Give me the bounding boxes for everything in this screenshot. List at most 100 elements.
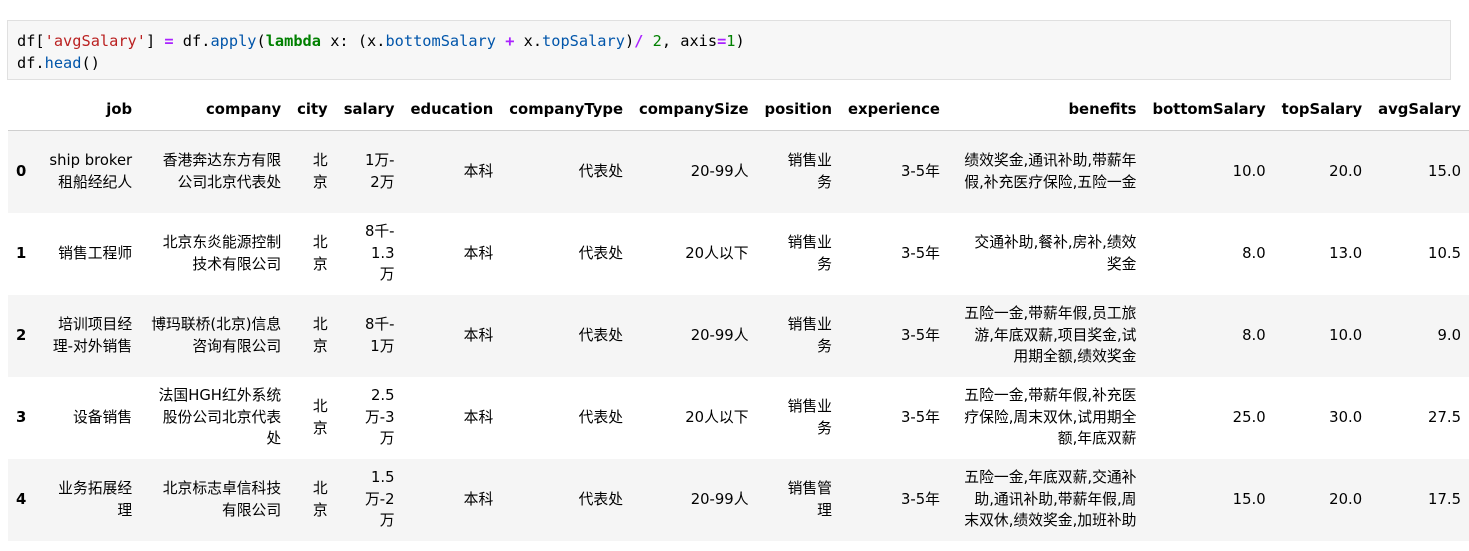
code-token: = bbox=[164, 32, 174, 50]
code-token: df. bbox=[17, 54, 45, 72]
cell-company: 北京标志卓信科技有限公司 bbox=[140, 459, 289, 541]
cell-city: 北京 bbox=[289, 377, 336, 459]
cell-salary: 1.5万-2万 bbox=[336, 459, 403, 541]
cell-position: 销售业务 bbox=[757, 295, 840, 377]
cell-education: 本科 bbox=[463, 490, 494, 508]
column-header-topsalary: topSalary bbox=[1273, 90, 1371, 131]
cell-avgsalary: 10.5 bbox=[1428, 244, 1461, 262]
cell-text: 1万-2万 bbox=[364, 152, 395, 191]
column-header-salary: salary bbox=[335, 90, 403, 131]
table-row: 1 销售工程师 北京东炎能源控制技术有限公司 北京 8千-1.3万 本科 代表处… bbox=[8, 212, 1469, 295]
cell-companysize: 20-99人 bbox=[690, 326, 749, 344]
row-index: 1 bbox=[16, 244, 27, 262]
cell-bottomsalary: 8.0 bbox=[1242, 244, 1266, 262]
code-line-1: df['avgSalary'] = df.apply(lambda x: (x.… bbox=[17, 32, 745, 50]
code-token: df[ bbox=[17, 32, 45, 50]
cell-text: 北京东炎能源控制技术有限公司 bbox=[162, 234, 282, 273]
code-token: ( bbox=[256, 32, 266, 50]
cell-text: 销售业务 bbox=[787, 398, 832, 437]
header-row: job company city salary education compan… bbox=[8, 90, 1469, 131]
cell-education: 本科 bbox=[463, 163, 494, 180]
cell-salary: 1万-2万 bbox=[336, 131, 403, 213]
code-token: () bbox=[81, 54, 100, 72]
row-index: 3 bbox=[16, 408, 27, 426]
cell-text: 8千-1万 bbox=[364, 316, 395, 355]
table-row: 4 业务拓展经理 北京标志卓信科技有限公司 北京 1.5万-2万 本科 代表处 … bbox=[8, 458, 1469, 541]
table-header: job company city salary education compan… bbox=[8, 90, 1469, 131]
code-token: x. bbox=[514, 32, 543, 50]
code-token: = bbox=[717, 32, 727, 50]
cell-text: 五险一金,带薪年假,补充医疗保险,周末双休,试用期全额,年底双薪 bbox=[964, 387, 1137, 448]
code-token: 2 bbox=[652, 32, 662, 50]
column-header-benefits: benefits bbox=[947, 90, 1145, 131]
cell-text: 销售工程师 bbox=[58, 244, 133, 262]
cell-experience: 3-5年 bbox=[900, 326, 940, 344]
cell-company: 法国HGH红外系统股份公司北京代表处 bbox=[140, 377, 289, 459]
cell-education: 本科 bbox=[463, 408, 494, 426]
cell-job: ship broker 租船经纪人 bbox=[38, 131, 140, 213]
cell-companysize: 20人以下 bbox=[685, 244, 749, 262]
code-token: , axis bbox=[661, 32, 718, 50]
column-header-experience: experience bbox=[839, 90, 948, 131]
cell-job: 销售工程师 bbox=[38, 213, 140, 295]
cell-text: 北京 bbox=[312, 152, 328, 191]
cell-bottomsalary: 10.0 bbox=[1232, 163, 1266, 180]
cell-position: 销售业务 bbox=[757, 131, 840, 213]
cell-text: 绩效奖金,通讯补助,带薪年假,补充医疗保险,五险一金 bbox=[964, 152, 1137, 191]
code-token: lambda bbox=[265, 32, 321, 50]
code-cell[interactable]: df['avgSalary'] = df. apply(lambda x: (x.… bbox=[7, 20, 1451, 80]
cell-text: 北京 bbox=[312, 398, 328, 437]
code-token: x: (x. bbox=[320, 32, 386, 50]
row-index: 4 bbox=[16, 490, 27, 508]
cell-text: 五险一金,年底双薪,交通补助,通讯补助,带薪年假,周末双休,绩效奖金,加班补助 bbox=[964, 469, 1137, 530]
cell-text: 销售业务 bbox=[787, 316, 832, 355]
cell-job: 培训项目经理-对外销售 bbox=[38, 295, 140, 377]
cell-experience: 3-5年 bbox=[900, 163, 940, 180]
code-token: 'avgSalary' bbox=[44, 32, 146, 50]
cell-text: 销售业务 bbox=[787, 234, 832, 273]
cell-companytype: 代表处 bbox=[578, 326, 623, 344]
cell-companytype: 代表处 bbox=[578, 244, 623, 262]
cell-text: 业务拓展经理 bbox=[58, 480, 133, 519]
cell-city: 北京 bbox=[289, 295, 336, 377]
cell-text: 培训项目经理-对外销售 bbox=[52, 316, 133, 355]
cell-text: 8千-1.3万 bbox=[364, 223, 395, 284]
code-token: ] bbox=[145, 32, 165, 50]
cell-experience: 3-5年 bbox=[900, 408, 940, 426]
column-header-position: position bbox=[756, 90, 840, 131]
code-token: ) bbox=[624, 32, 635, 50]
cell-avgsalary: 9.0 bbox=[1437, 326, 1461, 344]
cell-companytype: 代表处 bbox=[578, 163, 623, 180]
code-editor[interactable]: df['avgSalary'] = df. apply(lambda x: (x.… bbox=[8, 21, 1450, 74]
cell-city: 北京 bbox=[289, 131, 336, 213]
code-token: 1 bbox=[726, 32, 736, 50]
row-index: 0 bbox=[16, 163, 27, 180]
cell-companytype: 代表处 bbox=[578, 490, 623, 508]
cell-city: 北京 bbox=[289, 459, 336, 541]
cell-text: 销售管理 bbox=[787, 480, 832, 519]
cell-position: 销售业务 bbox=[757, 377, 840, 459]
cell-text: 销售业务 bbox=[787, 152, 832, 191]
cell-text: 北京 bbox=[312, 234, 328, 273]
cell-city: 北京 bbox=[289, 213, 336, 295]
code-token: apply bbox=[210, 32, 257, 50]
column-header-company: company bbox=[140, 90, 290, 131]
index-header bbox=[8, 90, 39, 131]
table-row: 0 ship broker 租船经纪人 香港奔达东方有限公司北京代表处 北京 1… bbox=[8, 130, 1469, 213]
column-header-companytype: companyType bbox=[501, 90, 631, 131]
cell-job: 设备销售 bbox=[38, 377, 140, 459]
code-token: / bbox=[634, 32, 644, 50]
cell-position: 销售业务 bbox=[757, 213, 840, 295]
cell-topsalary: 20.0 bbox=[1329, 490, 1363, 508]
cell-bottomsalary: 15.0 bbox=[1232, 490, 1266, 508]
cell-topsalary: 13.0 bbox=[1329, 244, 1363, 262]
cell-job: 业务拓展经理 bbox=[38, 459, 140, 541]
cell-education: 本科 bbox=[463, 326, 494, 344]
column-header-companysize: companySize bbox=[631, 90, 757, 131]
cell-avgsalary: 27.5 bbox=[1428, 408, 1461, 426]
cell-salary: 8千-1万 bbox=[336, 295, 403, 377]
cell-avgsalary: 17.5 bbox=[1428, 490, 1461, 508]
cell-experience: 3-5年 bbox=[900, 490, 940, 508]
cell-bottomsalary: 8.0 bbox=[1242, 326, 1266, 344]
